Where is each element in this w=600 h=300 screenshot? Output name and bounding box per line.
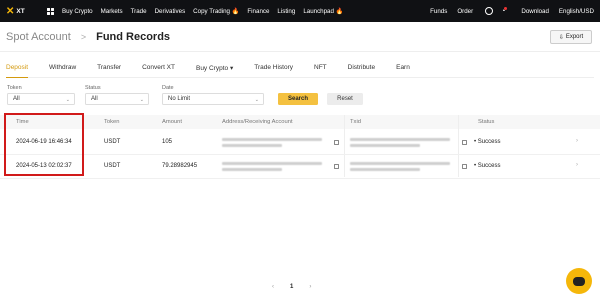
nav-launchpad[interactable]: Launchpad 🔥 <box>303 7 343 15</box>
nav-order[interactable]: Order <box>457 8 473 15</box>
row-token: USDT <box>104 163 121 169</box>
copy-icon[interactable] <box>334 164 339 169</box>
blurred-txid <box>350 138 450 141</box>
blurred-address <box>222 168 282 171</box>
column-status: Status <box>478 119 495 125</box>
records-tabs: Deposit Withdraw Transfer Convert XT Buy… <box>6 60 594 78</box>
tab-withdraw[interactable]: Withdraw <box>49 60 76 77</box>
tab-nft[interactable]: NFT <box>314 60 327 77</box>
date-select-value: No Limit <box>168 96 191 102</box>
nav-locale[interactable]: English/USD <box>559 8 594 15</box>
nav-download[interactable]: Download <box>521 8 549 15</box>
tab-convert-xt[interactable]: Convert XT <box>142 60 175 77</box>
tab-earn[interactable]: Earn <box>396 60 410 77</box>
xt-logo[interactable]: ✕ XT <box>6 6 34 17</box>
token-select-value: All <box>13 96 20 102</box>
row-token: USDT <box>104 139 121 145</box>
export-label: Export <box>565 34 584 40</box>
brand-name: XT <box>16 7 25 15</box>
tab-distribute[interactable]: Distribute <box>348 60 375 77</box>
row-amount: 79.28982945 <box>162 163 198 169</box>
nav-finance[interactable]: Finance <box>247 8 269 15</box>
reset-button[interactable]: Reset <box>327 93 363 105</box>
current-page[interactable]: 1 <box>290 284 293 290</box>
page-title: Fund Records <box>96 30 171 43</box>
tab-buy-crypto[interactable]: Buy Crypto ▾ <box>196 60 233 77</box>
breadcrumb-spot-account[interactable]: Spot Account <box>6 31 71 43</box>
nav-funds[interactable]: Funds <box>430 8 447 15</box>
blurred-txid <box>350 162 450 165</box>
nav-trade[interactable]: Trade <box>131 8 147 15</box>
blurred-txid <box>350 168 420 171</box>
notification-bell-icon[interactable]: ◔ <box>501 6 508 15</box>
blurred-address <box>222 138 322 141</box>
chevron-down-icon: ⌄ <box>65 97 70 103</box>
breadcrumb-separator: > <box>80 31 87 42</box>
support-chat-button[interactable] <box>566 268 592 294</box>
highlight-box <box>4 113 84 176</box>
apps-grid-icon[interactable] <box>44 7 56 15</box>
export-icon: ⇩ <box>558 34 564 41</box>
prev-page-button[interactable]: ‹ <box>272 284 274 290</box>
blurred-txid <box>350 144 420 147</box>
status-badge: • Success <box>474 163 501 169</box>
chevron-right-icon[interactable]: › <box>576 162 578 168</box>
top-navbar: ✕ XT Buy Crypto Markets Trade Derivative… <box>0 0 600 22</box>
column-token: Token <box>104 119 120 125</box>
nav-listing[interactable]: Listing <box>277 8 295 15</box>
page-header: Spot Account > Fund Records ⇩ Export <box>0 22 600 52</box>
table-row[interactable]: 2024-05-13 02:02:37 USDT 79.28982945 • S… <box>0 155 600 179</box>
search-button[interactable]: Search <box>278 93 318 105</box>
nav-markets[interactable]: Markets <box>101 8 123 15</box>
row-amount: 105 <box>162 139 173 145</box>
next-page-button[interactable]: › <box>309 284 311 290</box>
token-select[interactable]: All ⌄ <box>7 93 75 105</box>
nav-derivatives[interactable]: Derivatives <box>155 8 186 15</box>
token-filter-label: Token <box>7 85 22 91</box>
column-amount: Amount <box>162 119 182 125</box>
status-badge: • Success <box>474 139 501 145</box>
date-filter-label: Date <box>162 85 174 91</box>
xt-logo-mark-icon: ✕ <box>6 5 15 17</box>
tab-deposit[interactable]: Deposit <box>6 60 29 78</box>
table-header: Time Token Amount Address/Receiving Acco… <box>0 115 600 129</box>
chevron-down-icon: ⌄ <box>139 97 144 103</box>
status-select-value: All <box>91 96 98 102</box>
blurred-address <box>222 144 282 147</box>
copy-icon[interactable] <box>462 140 467 145</box>
chat-icon <box>573 276 585 286</box>
column-txid: Txid <box>350 119 361 125</box>
table-row[interactable]: 2024-06-19 16:46:34 USDT 105 • Success › <box>0 129 600 155</box>
blurred-address <box>222 162 322 165</box>
chevron-down-icon: ⌄ <box>254 97 259 103</box>
filter-bar: Token All ⌄ Status All ⌄ Date No Limit ⌄… <box>0 82 600 108</box>
nav-buy-crypto[interactable]: Buy Crypto <box>62 8 93 15</box>
tab-trade-history[interactable]: Trade History <box>254 60 293 77</box>
nav-copy-trading[interactable]: Copy Trading 🔥 <box>193 7 239 15</box>
copy-icon[interactable] <box>334 140 339 145</box>
user-avatar-icon[interactable] <box>485 7 494 15</box>
tab-transfer[interactable]: Transfer <box>97 60 121 77</box>
chevron-right-icon[interactable]: › <box>576 138 578 144</box>
status-select[interactable]: All ⌄ <box>85 93 149 105</box>
copy-icon[interactable] <box>462 164 467 169</box>
status-filter-label: Status <box>85 85 101 91</box>
export-button[interactable]: ⇩ Export <box>550 30 592 44</box>
pagination: ‹ 1 › <box>272 284 311 290</box>
column-address: Address/Receiving Account <box>222 119 293 125</box>
date-select[interactable]: No Limit ⌄ <box>162 93 264 105</box>
